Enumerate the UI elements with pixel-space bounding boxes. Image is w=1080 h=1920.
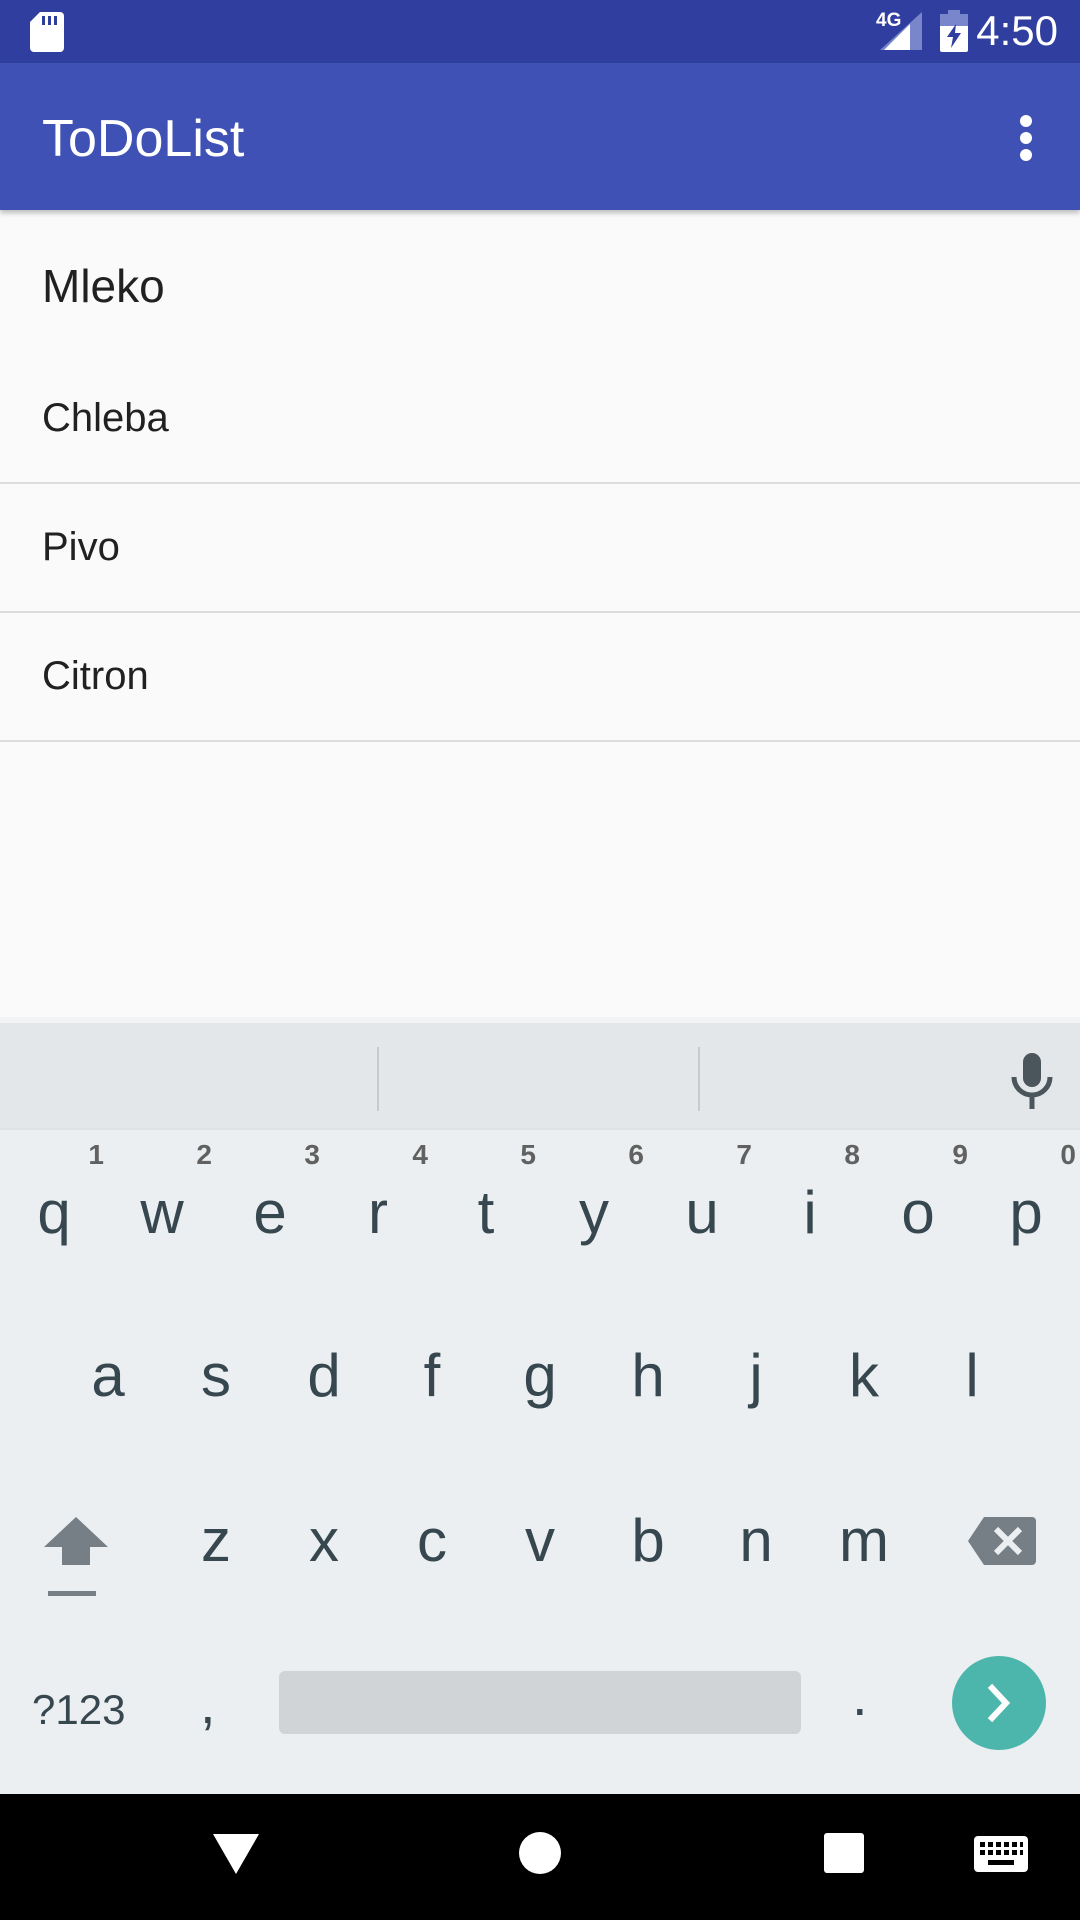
app-title: ToDoList — [42, 110, 245, 168]
key-o[interactable]: o9 — [864, 1141, 972, 1243]
key-b[interactable]: b — [594, 1511, 702, 1571]
key-a[interactable]: a — [54, 1346, 162, 1406]
list-item[interactable]: Chleba — [0, 355, 1080, 484]
key-z[interactable]: z — [162, 1511, 270, 1571]
comma-key[interactable]: , — [200, 1671, 216, 1736]
enter-button[interactable] — [952, 1656, 1046, 1750]
key-f[interactable]: f — [378, 1346, 486, 1406]
key-w[interactable]: w2 — [108, 1141, 216, 1243]
sd-card-icon — [30, 12, 64, 52]
navigation-bar — [0, 1794, 1080, 1920]
app-bar: ToDoList — [0, 63, 1080, 210]
more-vert-icon[interactable] — [1000, 103, 1054, 169]
key-k[interactable]: k — [810, 1346, 918, 1406]
list-item[interactable]: Citron — [0, 613, 1080, 742]
recents-icon[interactable] — [824, 1833, 864, 1873]
key-e[interactable]: e3 — [216, 1141, 324, 1243]
key-p[interactable]: p0 — [972, 1141, 1080, 1243]
soft-keyboard: q1 w2 e3 r4 t5 y6 u7 i8 o9 p0 a s d f g … — [0, 1017, 1080, 1794]
period-key[interactable]: . — [852, 1663, 868, 1728]
home-icon[interactable] — [518, 1831, 562, 1875]
key-j[interactable]: j — [702, 1346, 810, 1406]
backspace-icon[interactable] — [966, 1513, 1038, 1569]
key-m[interactable]: m — [810, 1511, 918, 1571]
battery-charging-icon — [940, 10, 968, 52]
symbols-key[interactable]: ?123 — [32, 1686, 125, 1734]
key-r[interactable]: r4 — [324, 1141, 432, 1243]
key-g[interactable]: g — [486, 1346, 594, 1406]
status-bar: 4G 4:50 — [0, 0, 1080, 63]
mic-icon[interactable] — [1004, 1051, 1060, 1111]
key-t[interactable]: t5 — [432, 1141, 540, 1243]
key-d[interactable]: d — [270, 1346, 378, 1406]
key-c[interactable]: c — [378, 1511, 486, 1571]
list-item[interactable]: Pivo — [0, 484, 1080, 613]
enter-arrow-icon — [987, 1683, 1011, 1723]
key-v[interactable]: v — [486, 1511, 594, 1571]
back-icon[interactable] — [213, 1834, 259, 1874]
suggestion-divider — [377, 1047, 379, 1111]
clock: 4:50 — [976, 7, 1058, 54]
key-q[interactable]: q1 — [0, 1141, 108, 1243]
key-h[interactable]: h — [594, 1346, 702, 1406]
keyboard-switch-icon[interactable] — [974, 1836, 1028, 1872]
suggestion-bar — [0, 1023, 1080, 1130]
todo-input[interactable] — [0, 226, 1080, 346]
todo-list: Chleba Pivo Citron — [0, 355, 1080, 742]
key-i[interactable]: i8 — [756, 1141, 864, 1243]
shift-icon[interactable] — [36, 1511, 116, 1611]
space-bar[interactable] — [279, 1671, 801, 1734]
key-l[interactable]: l — [918, 1346, 1026, 1406]
key-y[interactable]: y6 — [540, 1141, 648, 1243]
signal-icon — [880, 12, 922, 50]
key-x[interactable]: x — [270, 1511, 378, 1571]
key-n[interactable]: n — [702, 1511, 810, 1571]
key-s[interactable]: s — [162, 1346, 270, 1406]
key-u[interactable]: u7 — [648, 1141, 756, 1243]
suggestion-divider — [698, 1047, 700, 1111]
